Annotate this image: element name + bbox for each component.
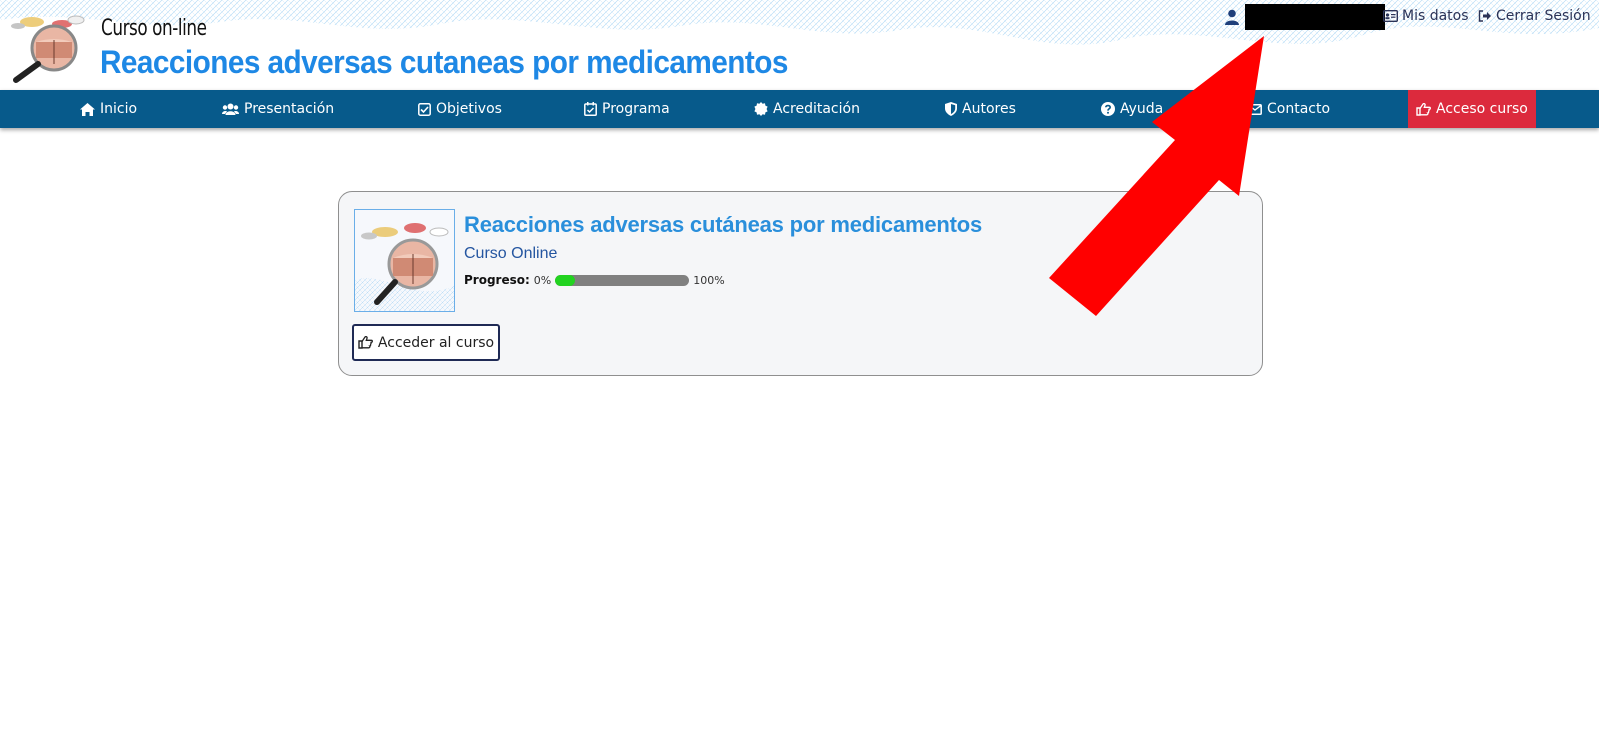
access-course-button[interactable]: Acceder al curso	[352, 324, 500, 361]
hand-point-right-icon	[358, 336, 373, 349]
calendar-check-icon	[584, 102, 597, 116]
course-card: Reacciones adversas cutáneas por medicam…	[338, 191, 1263, 376]
logout-label: Cerrar Sesión	[1496, 8, 1591, 24]
envelope-icon	[1248, 103, 1262, 115]
check-square-icon	[418, 102, 431, 116]
magnifier-skin-logo	[11, 15, 85, 83]
course-subtitle: Curso Online	[464, 245, 558, 262]
course-progress: Progreso: 0% 100%	[464, 273, 725, 287]
nav-item-label: Autores	[962, 101, 1016, 117]
id-card-icon	[1383, 10, 1398, 22]
nav-item-autores[interactable]: Autores	[945, 90, 1016, 128]
progress-fill	[555, 274, 576, 286]
nav-item-acceso-curso[interactable]: Acceso curso	[1408, 90, 1536, 128]
sign-out-icon	[1478, 10, 1491, 22]
logout-link[interactable]: Cerrar Sesión	[1478, 8, 1591, 24]
my-data-label: Mis datos	[1402, 8, 1469, 24]
site-header: Curso on-line Reacciones adversas cutane…	[0, 0, 1599, 90]
course-thumbnail	[354, 209, 455, 312]
redacted-user-name	[1245, 4, 1385, 30]
nav-item-label: Acceso curso	[1436, 101, 1528, 117]
main-nav: Inicio Presentación Objetivos Programa A…	[0, 90, 1599, 128]
access-course-label: Acceder al curso	[377, 334, 495, 351]
user-account[interactable]	[1225, 4, 1385, 30]
nav-item-label: Inicio	[100, 101, 138, 117]
nav-item-label: Ayuda	[1120, 101, 1164, 117]
course-title[interactable]: Reacciones adversas cutáneas por medicam…	[464, 212, 982, 238]
users-icon	[222, 103, 239, 115]
certificate-icon	[754, 102, 768, 116]
nav-item-ayuda[interactable]: Ayuda	[1101, 90, 1163, 128]
nav-item-label: Acreditación	[773, 101, 860, 117]
nav-item-label: Presentación	[244, 101, 335, 117]
nav-item-acreditacion[interactable]: Acreditación	[754, 90, 860, 128]
home-icon	[80, 102, 95, 116]
nav-item-label: Programa	[602, 101, 670, 117]
nav-item-label: Objetivos	[436, 101, 502, 117]
nav-item-presentacion[interactable]: Presentación	[222, 90, 334, 128]
site-subtitle: Curso on-line	[101, 16, 207, 41]
nav-item-objetivos[interactable]: Objetivos	[418, 90, 502, 128]
shield-icon	[945, 102, 957, 116]
nav-item-inicio[interactable]: Inicio	[80, 90, 137, 128]
nav-item-label: Contacto	[1267, 101, 1331, 117]
site-title: Reacciones adversas cutaneas por medicam…	[100, 44, 788, 80]
progress-max: 100%	[693, 273, 725, 287]
user-icon	[1225, 8, 1241, 26]
progress-bar	[555, 274, 690, 286]
question-circle-icon	[1101, 102, 1115, 116]
hand-point-right-icon	[1416, 102, 1431, 116]
progress-label: Progreso:	[464, 273, 530, 287]
nav-item-contacto[interactable]: Contacto	[1248, 90, 1330, 128]
progress-min: 0%	[533, 273, 552, 287]
my-data-link[interactable]: Mis datos	[1383, 8, 1469, 24]
nav-item-programa[interactable]: Programa	[584, 90, 670, 128]
magnifier-skin-image	[355, 210, 454, 311]
